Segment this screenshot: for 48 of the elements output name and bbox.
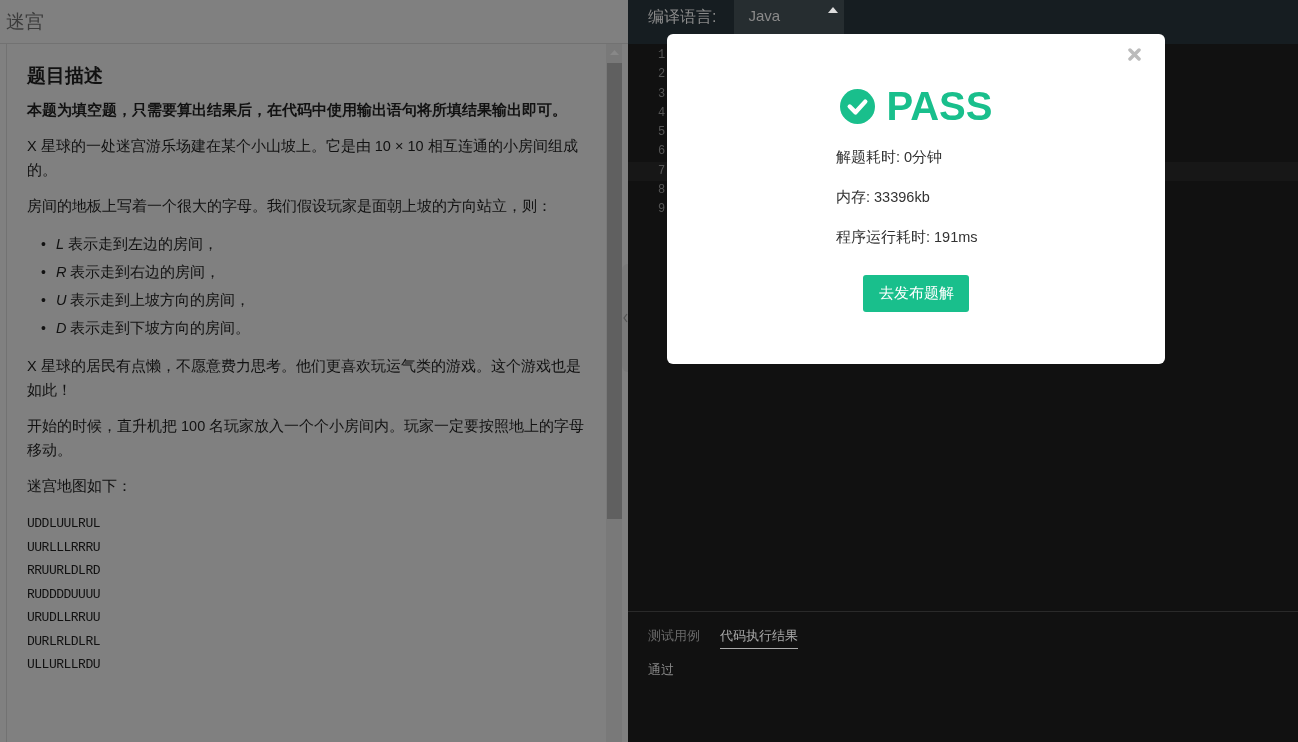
- line-number: 7: [658, 162, 666, 180]
- rule-item: U 表示走到上坡方向的房间，: [55, 291, 251, 310]
- list-bullet: •: [41, 263, 46, 282]
- line-number: 1: [658, 47, 666, 64]
- line-number: 5: [658, 124, 666, 142]
- problem-title: 迷宫: [0, 0, 628, 44]
- result-text: 通过: [648, 661, 675, 679]
- line-number: 9: [658, 201, 666, 219]
- scrollbar[interactable]: [606, 44, 622, 742]
- maze-row-text: UURLLLRRRU: [27, 538, 101, 557]
- line-number: 3: [658, 85, 666, 103]
- stat-text: 解题耗时: 0分钟: [836, 148, 944, 167]
- caret-icon: [828, 7, 839, 13]
- stat-text: 内存: 33396kb: [836, 188, 931, 207]
- paragraph: 迷宫地图如下：: [27, 477, 133, 496]
- close-icon[interactable]: [1128, 48, 1141, 61]
- section-heading: 题目描述: [27, 64, 104, 88]
- list-bullet: •: [41, 319, 46, 338]
- maze-row-text: DURLRLDLRL: [27, 632, 101, 651]
- publish-solution-button[interactable]: 去发布题解: [863, 275, 969, 312]
- line-number: 2: [658, 66, 666, 84]
- paragraph: X 星球的一处迷宫游乐场建在某个小山坡上。它是由 10 × 10 相互连通的小房间组成的。: [27, 137, 579, 180]
- result-tab[interactable]: 代码执行结果: [720, 624, 798, 649]
- maze-row-text: RRUURLDLRD: [27, 562, 101, 580]
- paragraph: 开始的时候，直升机把 100 名玩家放入一个个小房间内。玩家一定要按照地上的字母移动。: [27, 417, 586, 460]
- list-bullet: •: [41, 291, 46, 310]
- paragraph: X 星球的居民有点懒，不愿意费力思考。他们更喜欢玩运气类的游戏。这个游戏也是如此！: [27, 357, 582, 400]
- chevron-left-icon: [622, 313, 628, 323]
- maze-row-text: URUDLLRRUU: [27, 609, 101, 627]
- rule-item: R 表示走到右边的房间，: [55, 263, 221, 282]
- instruction-text: 本题为填空题，只需要算出结果后，在代码中使用输出语句将所填结果输出即可。: [27, 100, 568, 120]
- scrollbar-thumb[interactable]: [606, 63, 622, 519]
- line-number: 6: [658, 143, 666, 161]
- list-bullet: •: [41, 235, 46, 254]
- collapse-handle[interactable]: [622, 264, 628, 372]
- stat-text: 程序运行耗时: 191ms: [836, 228, 979, 247]
- rule-item: D 表示走到下坡方向的房间。: [55, 319, 251, 338]
- maze-row-text: UDDLUULRUL: [27, 515, 101, 533]
- line-number: 4: [658, 104, 666, 122]
- check-circle-icon: [839, 89, 875, 124]
- result-tab[interactable]: 测试用例: [648, 624, 700, 649]
- language-label: 编译语言:: [648, 7, 717, 27]
- paragraph: 房间的地板上写着一个很大的字母。我们假设玩家是面朝上坡的方向站立，则：: [27, 197, 553, 216]
- line-number: 8: [658, 182, 666, 200]
- pass-status: PASS: [886, 84, 993, 129]
- rule-item: L 表示走到左边的房间，: [55, 235, 218, 254]
- maze-row-text: ULLURLLRDU: [27, 656, 101, 674]
- maze-row-text: RUDDDDUUUU: [27, 585, 101, 604]
